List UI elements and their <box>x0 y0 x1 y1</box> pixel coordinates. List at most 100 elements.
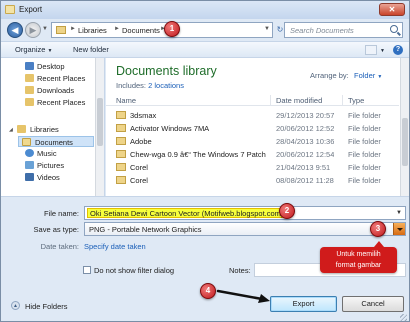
nav-item-downloads[interactable]: Downloads <box>1 85 94 96</box>
nav-item-label: Music <box>37 149 57 158</box>
arrange-by-dropdown[interactable]: Folder ▼ <box>354 71 382 80</box>
dropdown-arrow-button[interactable] <box>393 223 405 235</box>
file-type: File folder <box>348 111 381 120</box>
nav-item-label: Libraries <box>30 125 59 134</box>
nav-item-documents[interactable]: Documents <box>18 136 94 147</box>
step-badge-2: 2 <box>279 203 295 219</box>
file-name: Adobe <box>130 137 152 146</box>
chevron-right-icon: ► <box>114 26 120 32</box>
step-badge-3: 3 <box>370 221 386 237</box>
file-name: Corel <box>130 163 148 172</box>
specify-date-link[interactable]: Specify date taken <box>84 242 146 251</box>
help-icon[interactable]: ? <box>393 45 403 55</box>
file-list-scrollbar[interactable] <box>400 58 409 196</box>
export-dialog: Export ✕ ◀ ▶ ▼ ► Libraries ► Documents ►… <box>0 0 410 322</box>
downloads-icon <box>25 86 34 94</box>
recent-pages-dropdown[interactable]: ▼ <box>42 26 48 32</box>
chevron-down-icon[interactable]: ▼ <box>264 26 270 32</box>
nav-item-label: Documents <box>35 138 73 147</box>
search-placeholder: Search Documents <box>290 26 354 35</box>
filename-value: Oki Setiana Dewi Cartoon Vector (Motifwe… <box>87 208 287 218</box>
library-includes: Includes: 2 locations <box>116 81 184 90</box>
scrollbar-thumb[interactable] <box>97 98 103 146</box>
column-divider[interactable] <box>270 95 271 105</box>
table-row[interactable]: Activator Windows 7MA 20/06/2012 12:52 F… <box>106 122 399 134</box>
nav-item-recent-places[interactable]: Recent Places <box>1 73 94 84</box>
filter-dialog-checkbox[interactable] <box>83 266 91 274</box>
cancel-button[interactable]: Cancel <box>342 296 404 312</box>
file-date: 28/04/2013 10:36 <box>276 137 335 146</box>
libraries-icon <box>17 125 26 133</box>
folder-icon <box>116 150 126 158</box>
table-row[interactable]: 3dsmax 29/12/2013 20:57 File folder <box>106 109 399 121</box>
column-divider[interactable] <box>342 95 343 105</box>
table-row[interactable]: Corel 21/04/2013 9:51 File folder <box>106 161 399 173</box>
arrow-right-icon: ▶ <box>29 25 37 35</box>
chevron-down-icon[interactable]: ▼ <box>396 210 402 216</box>
file-name: Corel <box>130 176 148 185</box>
savetype-value: PNG - Portable Network Graphics <box>89 225 202 234</box>
nav-item-label: Downloads <box>37 86 75 95</box>
back-button[interactable]: ◀ <box>7 22 23 38</box>
savetype-dropdown[interactable]: PNG - Portable Network Graphics <box>84 222 406 236</box>
table-row[interactable]: Chew-wga 0.9 â€“ The Windows 7 Patch 20/… <box>106 148 399 160</box>
scrollbar-thumb[interactable] <box>402 118 408 166</box>
collapse-arrow-icon[interactable]: ◢ <box>9 127 13 133</box>
nav-item-libraries[interactable]: ◢ Libraries <box>1 124 94 135</box>
folder-icon <box>116 176 126 184</box>
file-date: 21/04/2013 9:51 <box>276 163 331 172</box>
chevron-right-icon: ► <box>70 26 76 32</box>
column-header-name[interactable]: Name <box>116 96 136 105</box>
folder-icon <box>116 163 126 171</box>
address-bar[interactable]: ► Libraries ► Documents ► ▼ <box>51 22 273 38</box>
column-header-row: Name Date modified Type <box>106 94 399 106</box>
export-button[interactable]: Export <box>270 296 337 312</box>
title-bar: Export ✕ <box>1 1 409 19</box>
nav-item-desktop[interactable]: Desktop <box>1 61 94 72</box>
file-type: File folder <box>348 124 381 133</box>
address-row: ◀ ▶ ▼ ► Libraries ► Documents ► ▼ ↻ Sear… <box>1 19 409 41</box>
nav-item-recent-places-2[interactable]: Recent Places <box>1 97 94 108</box>
file-type: File folder <box>348 150 381 159</box>
column-header-type[interactable]: Type <box>348 96 364 105</box>
nav-item-label: Videos <box>37 173 60 182</box>
column-header-date[interactable]: Date modified <box>276 96 322 105</box>
search-input[interactable]: Search Documents <box>284 22 403 38</box>
file-date: 08/08/2012 11:28 <box>276 176 334 185</box>
table-row[interactable]: Adobe 28/04/2013 10:36 File folder <box>106 135 399 147</box>
breadcrumb-libraries[interactable]: Libraries <box>78 26 107 35</box>
close-button[interactable]: ✕ <box>379 3 405 16</box>
file-type: File folder <box>348 176 381 185</box>
new-folder-button[interactable]: New folder <box>73 45 109 54</box>
folder-icon <box>116 137 126 145</box>
nav-item-label: Desktop <box>37 62 65 71</box>
file-date: 20/06/2012 12:52 <box>276 124 335 133</box>
locations-link[interactable]: 2 locations <box>148 81 184 90</box>
arrange-by-label: Arrange by: <box>310 71 349 80</box>
recent-places-icon <box>25 98 34 106</box>
file-name: Activator Windows 7MA <box>130 124 210 133</box>
nav-item-pictures[interactable]: Pictures <box>1 160 94 171</box>
hide-folders-button[interactable]: Hide Folders <box>25 302 68 311</box>
date-taken-label: Date taken: <box>40 242 79 251</box>
nav-item-music[interactable]: Music <box>1 148 94 159</box>
music-icon <box>25 149 34 157</box>
filename-field[interactable]: Oki Setiana Dewi Cartoon Vector (Motifwe… <box>84 206 406 220</box>
nav-item-label: Recent Places <box>37 74 86 83</box>
file-type: File folder <box>348 137 381 146</box>
forward-button[interactable]: ▶ <box>25 22 41 38</box>
chevron-down-icon[interactable]: ▼ <box>380 48 385 54</box>
library-title: Documents library <box>116 64 217 78</box>
videos-icon <box>25 173 34 181</box>
desktop-icon <box>25 62 34 70</box>
table-row[interactable]: Corel 08/08/2012 11:28 File folder <box>106 174 399 186</box>
format-callout: Untuk memilih format gambar <box>320 241 397 273</box>
breadcrumb-documents[interactable]: Documents <box>122 26 160 35</box>
nav-item-videos[interactable]: Videos <box>1 172 94 183</box>
callout-line-2: format gambar <box>335 262 382 269</box>
resize-grip[interactable] <box>400 314 407 321</box>
organize-button[interactable]: Organize ▼ <box>15 45 52 54</box>
view-options-icon[interactable] <box>365 45 377 55</box>
chevron-up-icon[interactable]: ▲ <box>11 301 20 310</box>
nav-scrollbar[interactable] <box>95 58 104 196</box>
